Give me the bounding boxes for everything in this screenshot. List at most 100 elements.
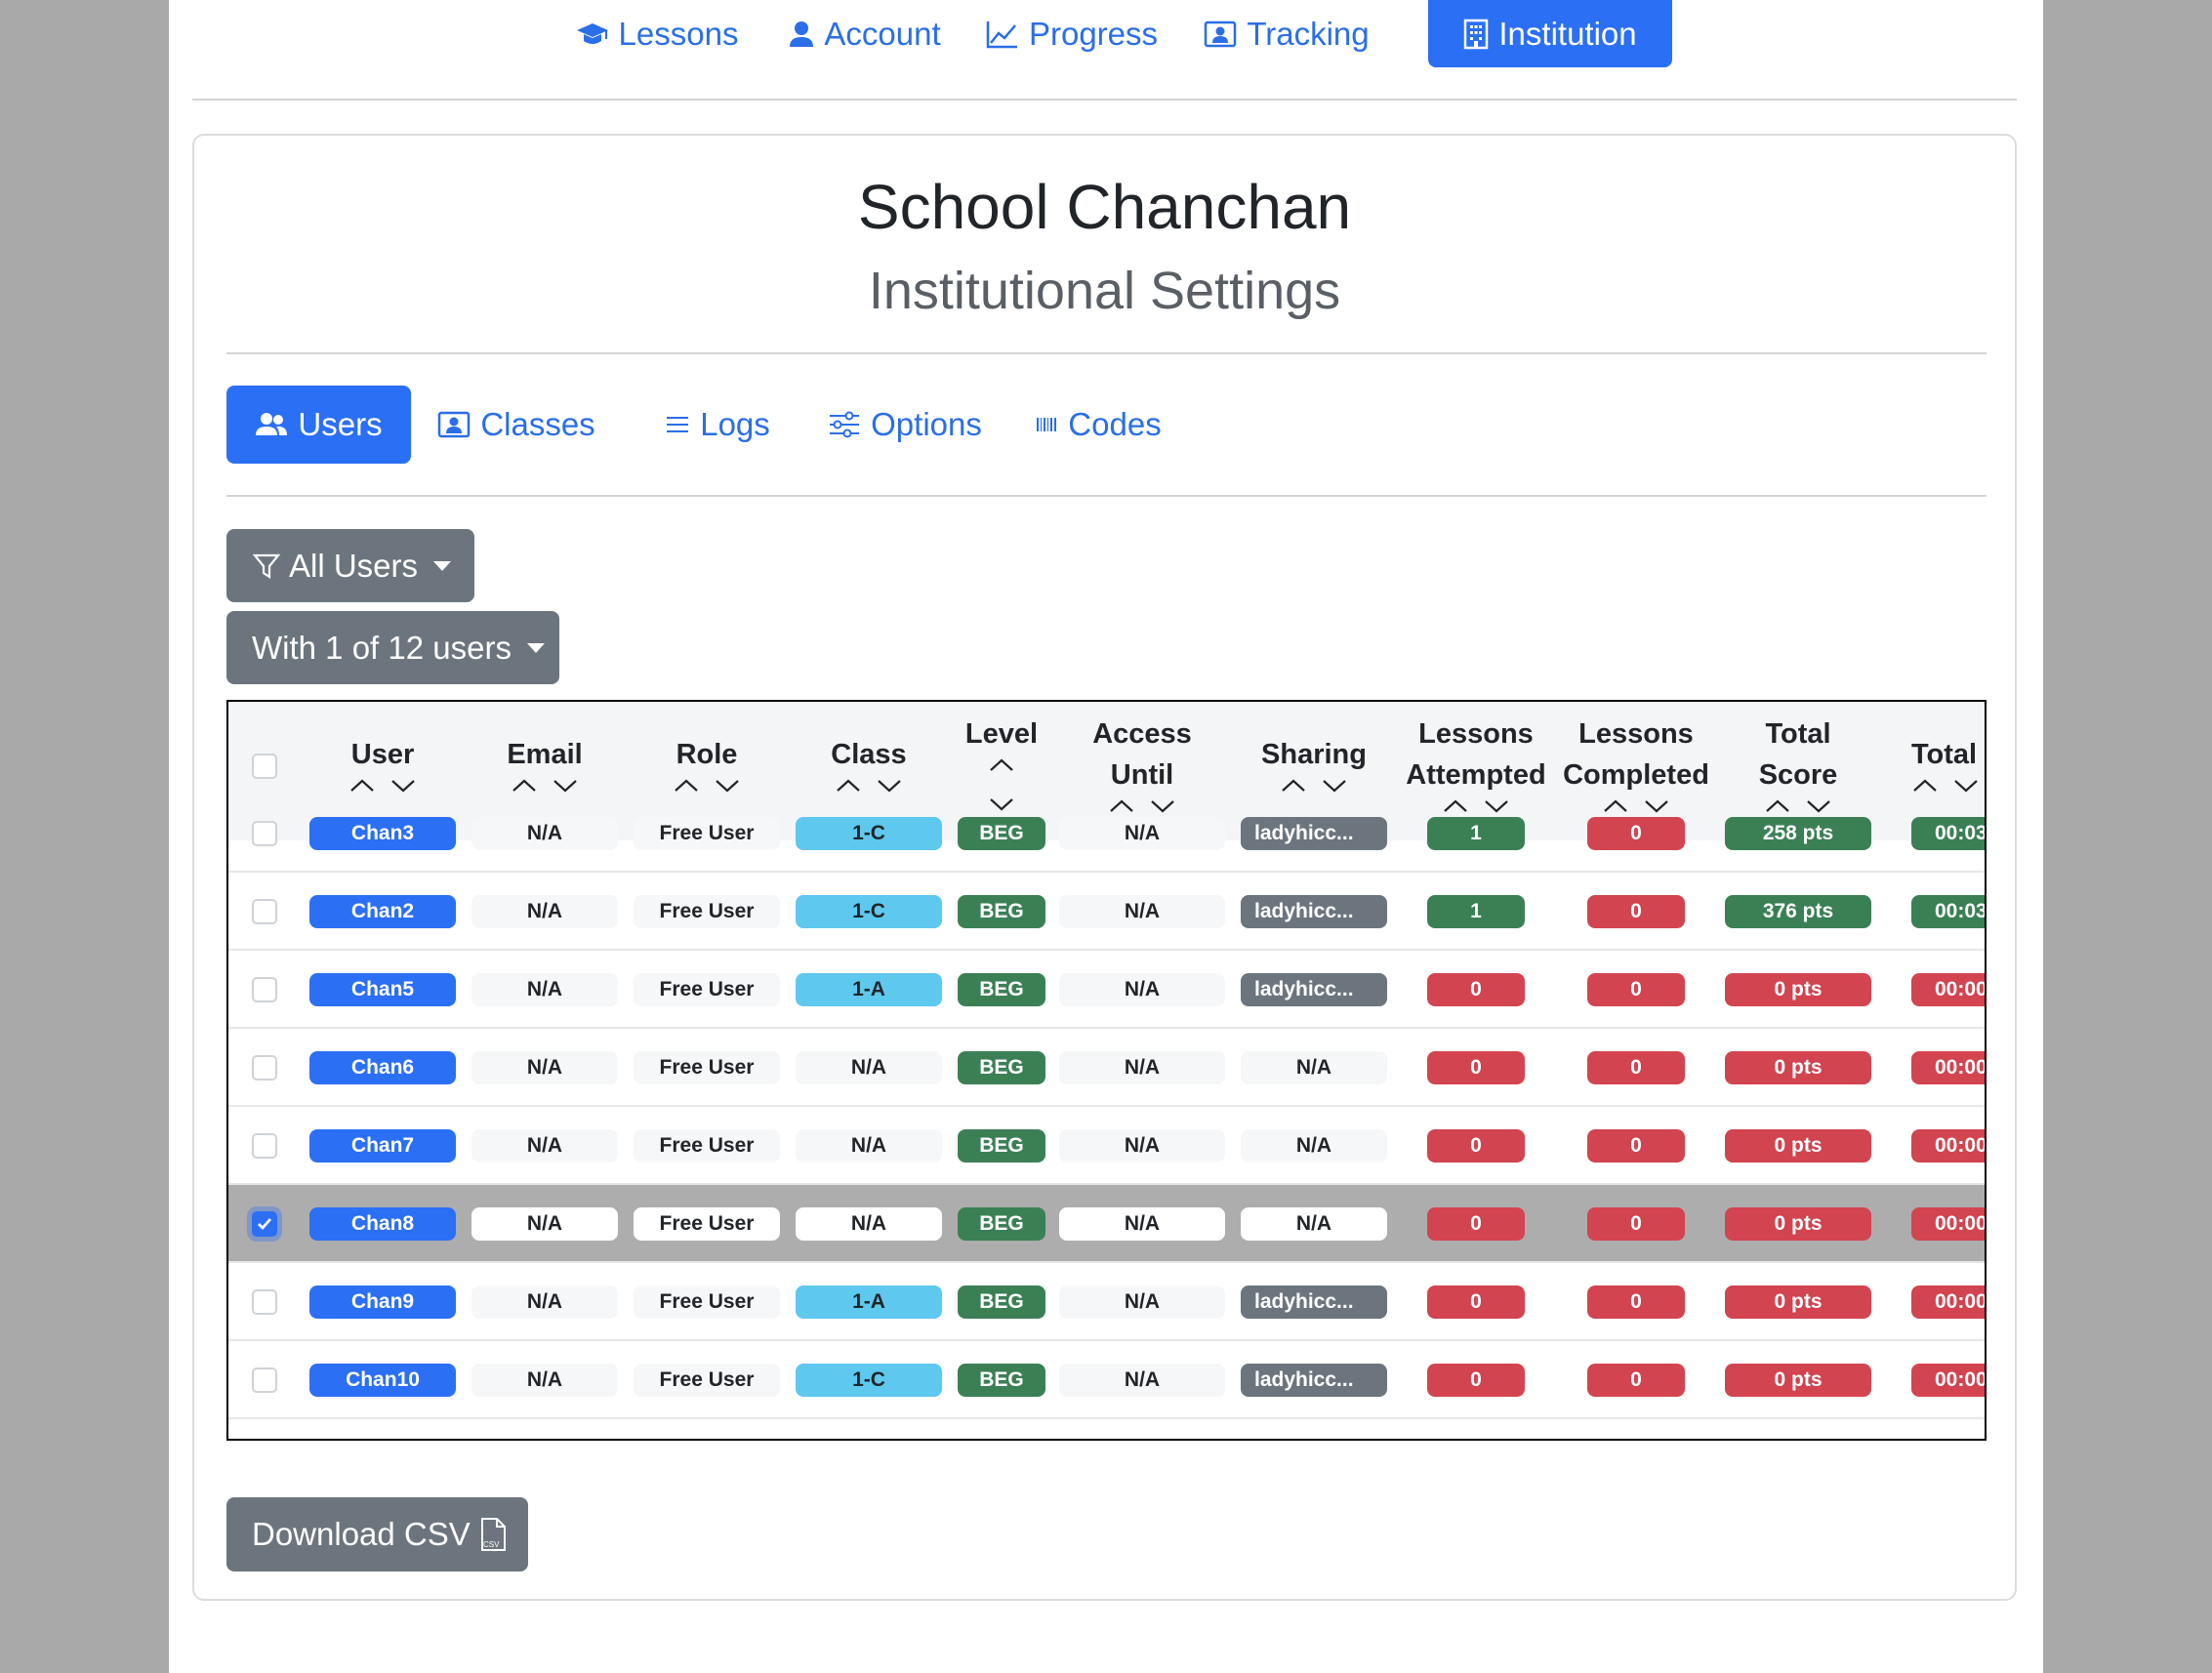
table-row[interactable]: Chan9 N/A Free User 1-A BEG N/A ladyhicc... 0 0 0…	[228, 1263, 1985, 1341]
cell-completed: 0	[1587, 1285, 1685, 1319]
cell-time: 00:00:	[1911, 1051, 1985, 1084]
cell-user[interactable]: Chan5	[309, 973, 456, 1006]
cell-sharing: ladyhicc...	[1241, 1364, 1387, 1397]
nav-progress-label: Progress	[1028, 15, 1159, 52]
table-row[interactable]: Chan6 N/A Free User N/A BEG N/A N/A 0 0 0 pts 00:0…	[228, 1029, 1985, 1107]
person-icon	[790, 20, 814, 47]
table-row[interactable]: Chan2 N/A Free User 1-C BEG N/A ladyhicc... 1 0 3…	[228, 873, 1985, 951]
row-checkbox[interactable]	[252, 899, 277, 924]
sort-ascending-icon[interactable]	[988, 756, 1015, 774]
row-checkbox[interactable]	[252, 821, 277, 846]
cell-attempted: 1	[1427, 817, 1525, 850]
cell-class: 1-C	[796, 895, 942, 928]
cell-user[interactable]: Chan3	[309, 817, 456, 850]
tab-logs[interactable]: Logs	[639, 386, 796, 464]
tabs-divider	[226, 495, 1987, 497]
cell-email: N/A	[471, 1207, 618, 1241]
cell-completed: 0	[1587, 1364, 1685, 1397]
cell-access: N/A	[1059, 1364, 1225, 1397]
cell-role: Free User	[634, 1364, 780, 1397]
row-checkbox[interactable]	[252, 1055, 277, 1081]
tab-options[interactable]: Options	[817, 386, 993, 464]
filter-dropdown[interactable]: All Users	[226, 529, 474, 602]
sort-descending-icon[interactable]	[1952, 777, 1980, 795]
nav-tracking[interactable]: Tracking	[1199, 0, 1374, 67]
cell-level: BEG	[958, 1051, 1045, 1084]
nav-lessons-label: Lessons	[618, 15, 739, 52]
download-csv-button[interactable]: Download CSV CSV	[226, 1497, 528, 1571]
cell-attempted: 0	[1427, 973, 1525, 1006]
cell-email: N/A	[471, 895, 618, 928]
sort-descending-icon[interactable]	[1321, 777, 1348, 795]
tab-codes[interactable]: Codes	[1020, 386, 1176, 464]
sort-ascending-icon[interactable]	[1911, 777, 1939, 795]
check-icon	[258, 1218, 272, 1231]
column-header-label: Sharing	[1261, 739, 1367, 770]
graph-up-icon	[986, 20, 1017, 48]
top-nav: Lessons Account Progress Tracking Instit…	[169, 0, 2043, 68]
table-row[interactable]: Chan8 N/A Free User N/A BEG N/A N/A 0 0 0 pts 00:0…	[228, 1185, 1985, 1263]
row-checkbox[interactable]	[252, 977, 277, 1002]
cell-completed: 0	[1587, 817, 1685, 850]
cell-score: 0 pts	[1725, 1207, 1871, 1241]
column-header-label: Total	[1765, 718, 1831, 750]
select-all-checkbox[interactable]	[252, 754, 277, 779]
sort-ascending-icon[interactable]	[511, 777, 538, 795]
cell-access: N/A	[1059, 1207, 1225, 1241]
nav-tracking-label: Tracking	[1247, 15, 1370, 52]
cell-time: 00:00:	[1911, 973, 1985, 1006]
table-row[interactable]: Chan10 N/A Free User 1-C BEG N/A ladyhicc... 0 0…	[228, 1341, 1985, 1419]
sort-descending-icon[interactable]	[876, 777, 903, 795]
sliders-icon	[830, 411, 860, 438]
nav-account-label: Account	[824, 15, 941, 52]
cell-level: BEG	[958, 973, 1045, 1006]
nav-institution[interactable]: Institution	[1428, 0, 1672, 67]
nav-progress[interactable]: Progress	[984, 0, 1160, 67]
cell-sharing: ladyhicc...	[1241, 895, 1387, 928]
building-icon	[1464, 19, 1489, 49]
page: Lessons Account Progress Tracking Instit…	[169, 0, 2043, 1673]
cell-user[interactable]: Chan7	[309, 1129, 456, 1163]
tab-users-label: Users	[298, 406, 383, 442]
row-checkbox[interactable]	[252, 1289, 277, 1315]
sort-ascending-icon[interactable]	[673, 777, 700, 795]
cell-completed: 0	[1587, 973, 1685, 1006]
list-icon	[667, 417, 689, 432]
table-row[interactable]: Chan3 N/A Free User 1-C BEG N/A ladyhicc... 1 0 2…	[228, 795, 1985, 873]
tab-logs-label: Logs	[700, 406, 770, 442]
cell-completed: 0	[1587, 895, 1685, 928]
sort-descending-icon[interactable]	[714, 777, 741, 795]
tab-users[interactable]: Users	[226, 386, 411, 464]
tab-classes[interactable]: Classes	[429, 386, 604, 464]
cell-user[interactable]: Chan6	[309, 1051, 456, 1084]
cell-sharing: ladyhicc...	[1241, 817, 1387, 850]
cell-level: BEG	[958, 1285, 1045, 1319]
header-divider	[226, 352, 1987, 354]
sort-ascending-icon[interactable]	[348, 777, 376, 795]
cell-attempted: 0	[1427, 1051, 1525, 1084]
cell-level: BEG	[958, 1364, 1045, 1397]
cell-email: N/A	[471, 973, 618, 1006]
sort-ascending-icon[interactable]	[1280, 777, 1307, 795]
selection-dropdown[interactable]: With 1 of 12 users	[226, 611, 559, 684]
cell-access: N/A	[1059, 973, 1225, 1006]
row-checkbox[interactable]	[252, 1211, 277, 1237]
cell-user[interactable]: Chan9	[309, 1285, 456, 1319]
nav-account[interactable]: Account	[782, 0, 948, 67]
table-row[interactable]: Chan7 N/A Free User N/A BEG N/A N/A 0 0 0 pts 00:0…	[228, 1107, 1985, 1185]
cell-user[interactable]: Chan10	[309, 1364, 456, 1397]
chevron-down-icon	[433, 560, 452, 571]
sort-descending-icon[interactable]	[389, 777, 417, 795]
nav-divider	[192, 99, 2017, 101]
nav-lessons[interactable]: Lessons	[569, 0, 745, 67]
column-header-label: Total Ti	[1911, 739, 1985, 770]
column-header-label: Access	[1092, 718, 1192, 750]
sort-ascending-icon[interactable]	[835, 777, 862, 795]
cell-user[interactable]: Chan8	[309, 1207, 456, 1241]
sort-descending-icon[interactable]	[552, 777, 579, 795]
table-row[interactable]: Chan5 N/A Free User 1-A BEG N/A ladyhicc... 0 0 0…	[228, 951, 1985, 1029]
row-checkbox[interactable]	[252, 1133, 277, 1159]
cell-user[interactable]: Chan2	[309, 895, 456, 928]
column-header-label-line2: Attempted	[1406, 759, 1546, 791]
row-checkbox[interactable]	[252, 1367, 277, 1393]
